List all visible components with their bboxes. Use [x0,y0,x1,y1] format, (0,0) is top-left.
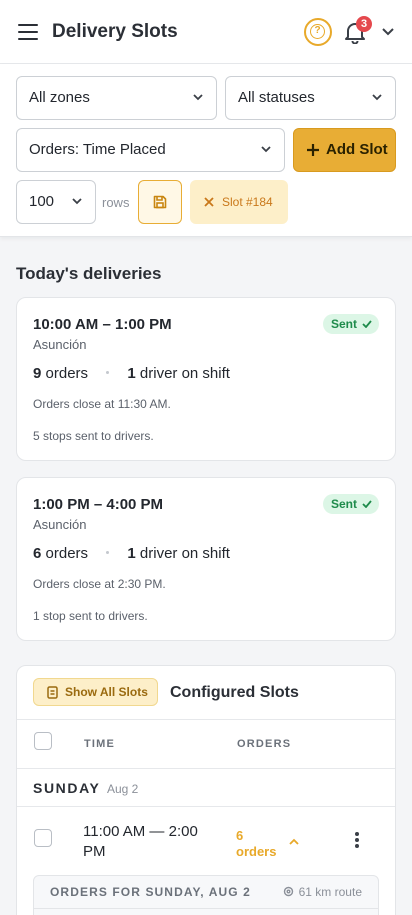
orders-label: orders [45,365,89,382]
route-distance-label: 61 km route [298,885,362,899]
day-date: Aug 2 [107,782,139,796]
add-slot-label: Add Slot [326,141,388,158]
column-header-time[interactable]: TIME [84,738,115,750]
chevron-down-icon [72,198,82,205]
slot-orders-count: 6 orders [236,828,277,859]
stops-note: 5 stops sent to drivers. [33,429,154,443]
section-title: Today's deliveries [16,264,162,283]
map-pin-icon [283,886,293,897]
slot-city: Asunción [33,337,87,352]
notification-badge: 3 [356,16,372,32]
slot-row-time: 11:00 AM — 2:00 PM [83,823,198,860]
chevron-down-icon [372,94,382,101]
slot-orders-toggle[interactable]: 6 orders [236,828,282,860]
cutoff-note: Orders close at 11:30 AM. [33,397,171,411]
page-title: Delivery Slots [52,21,178,42]
delivery-card[interactable]: 10:00 AM – 1:00 PM Asunción Sent 9 order… [16,297,396,461]
divider [34,908,378,909]
separator-dot [106,370,110,374]
chevron-down-icon[interactable] [380,25,396,39]
show-all-label: Show All Slots [65,685,148,699]
slot-time: 10:00 AM – 1:00 PM [33,316,172,333]
drivers-label: driver on shift [139,365,230,382]
column-header-orders[interactable]: ORDERS [237,738,291,750]
sort-select-value: Orders: Time Placed [29,141,166,158]
status-badge: Sent [322,494,379,514]
slot-row-checkbox[interactable] [34,829,52,847]
drivers-label: driver on shift [139,545,230,562]
day-group-header: SUNDAY Aug 2 [17,769,395,807]
status-badge: Sent [322,314,379,334]
status-label: Sent [330,497,357,511]
sort-select[interactable]: Orders: Time Placed [16,128,285,172]
select-all-checkbox[interactable] [34,732,52,750]
zone-select-value: All zones [29,89,90,106]
app-header: Delivery Slots ? 3 [0,0,412,64]
page-size-select[interactable]: 100 [16,180,96,224]
slot-time: 1:00 PM – 4:00 PM [33,496,164,513]
chevron-up-icon[interactable] [288,838,300,846]
show-all-slots-button[interactable]: Show All Slots [33,678,158,706]
slot-stats: 9 orders 1 driver on shift [33,365,230,382]
close-icon[interactable] [204,197,214,207]
route-distance: 61 km route [283,885,362,899]
slot-filter-chip[interactable]: Slot #184 [190,180,288,224]
status-select-value: All statuses [238,89,315,106]
slot-city: Asunción [33,517,87,532]
drivers-count: 1 [127,545,136,562]
filter-toolbar: All zones All statuses Orders: Time Plac… [0,64,412,237]
help-icon[interactable]: ? [304,18,332,46]
delivery-card[interactable]: 1:00 PM – 4:00 PM Asunción Sent 6 orders… [16,477,396,641]
check-icon [362,500,372,508]
table-header: TIME ORDERS [17,719,395,769]
save-button[interactable] [138,180,182,224]
zone-select[interactable]: All zones [16,76,217,120]
calendar-icon [47,686,58,699]
check-icon [362,320,372,328]
slot-orders-panel: ORDERS FOR SUNDAY, AUG 2 61 km route [33,875,379,915]
rows-label: rows [102,195,130,210]
more-options-icon[interactable] [355,832,359,848]
chevron-down-icon [261,146,271,153]
cutoff-note: Orders close at 2:30 PM. [33,577,166,591]
chevron-down-icon [193,94,203,101]
page-size-value: 100 [29,193,55,210]
day-name: SUNDAY [33,780,101,796]
stops-note: 1 stop sent to drivers. [33,609,148,623]
plus-icon [307,144,319,156]
slot-stats: 6 orders 1 driver on shift [33,545,230,562]
slot-chip-label: Slot #184 [222,195,273,209]
drivers-count: 1 [127,365,136,382]
menu-icon[interactable] [18,24,38,40]
orders-panel-title: ORDERS FOR SUNDAY, AUG 2 [50,885,251,899]
add-slot-button[interactable]: Add Slot [293,128,396,172]
status-select[interactable]: All statuses [225,76,396,120]
orders-label: orders [45,545,89,562]
orders-count: 9 [33,365,42,382]
save-icon [153,195,167,209]
status-label: Sent [330,317,357,331]
configured-slots-panel: Show All Slots Configured Slots TIME ORD… [16,665,396,915]
panel-title: Configured Slots [170,684,299,701]
orders-count: 6 [33,545,42,562]
separator-dot [106,550,110,554]
